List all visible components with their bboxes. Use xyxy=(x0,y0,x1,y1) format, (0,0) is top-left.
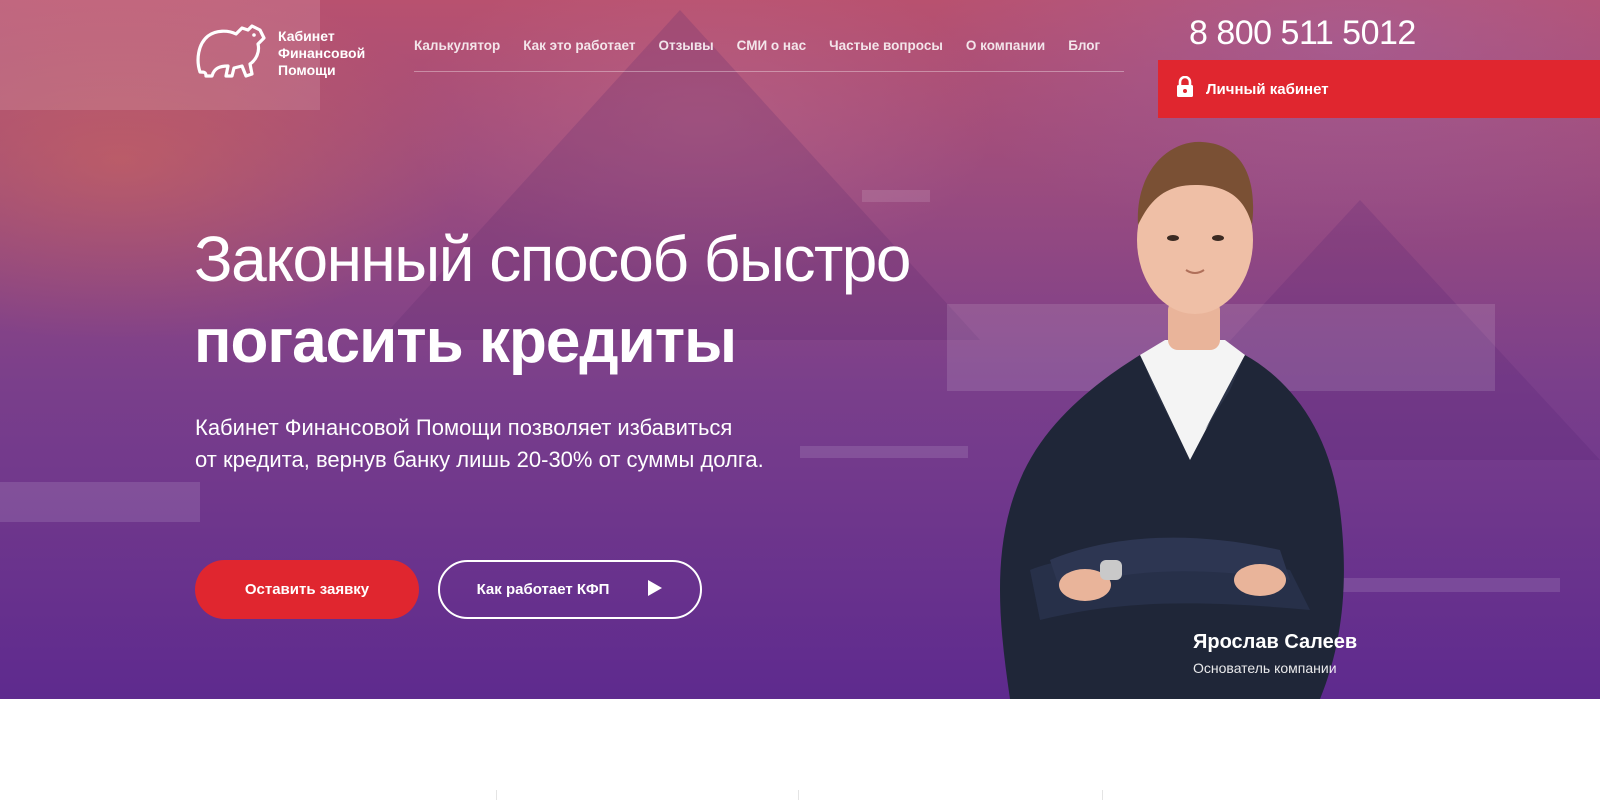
hero-title-line1: Законный способ быстро xyxy=(194,223,911,295)
brand-name-line: Помощи xyxy=(278,62,336,78)
how-kfp-works-button[interactable]: Как работает КФП xyxy=(438,560,702,619)
brand-logo[interactable]: Кабинет Финансовой Помощи xyxy=(194,20,365,87)
divider xyxy=(798,790,799,800)
main-nav: Калькулятор Как это работает Отзывы СМИ … xyxy=(414,38,1124,72)
hero-section: Кабинет Финансовой Помощи Калькулятор Ка… xyxy=(0,0,1600,699)
hero-lead-line2: от кредита, вернув банку лишь 20-30% от … xyxy=(195,447,764,472)
submit-application-button[interactable]: Оставить заявку xyxy=(195,560,419,619)
personal-cabinet-button[interactable]: Личный кабинет xyxy=(1158,60,1600,118)
play-icon xyxy=(647,579,663,601)
nav-blog[interactable]: Блог xyxy=(1068,38,1100,53)
founder-photo xyxy=(990,130,1370,699)
personal-cabinet-label: Личный кабинет xyxy=(1206,80,1329,98)
nav-how-it-works[interactable]: Как это работает xyxy=(523,38,635,53)
divider xyxy=(496,790,497,800)
how-kfp-works-label: Как работает КФП xyxy=(476,581,610,598)
decor-rect xyxy=(862,190,930,202)
divider xyxy=(1102,790,1103,800)
founder-name: Ярослав Салеев xyxy=(1193,631,1358,653)
nav-press[interactable]: СМИ о нас xyxy=(737,38,806,53)
hero-title-line2: погасить кредиты xyxy=(194,307,737,376)
hero-lead-line1: Кабинет Финансовой Помощи позволяет изба… xyxy=(195,415,733,440)
hero-lead: Кабинет Финансовой Помощи позволяет изба… xyxy=(195,412,875,476)
decor-rect xyxy=(0,482,200,522)
nav-reviews[interactable]: Отзывы xyxy=(658,38,713,53)
founder-role: Основатель компании xyxy=(1193,660,1337,676)
nav-faq[interactable]: Частые вопросы xyxy=(829,38,943,53)
nav-about[interactable]: О компании xyxy=(966,38,1045,53)
brand-name-line: Кабинет xyxy=(278,28,335,44)
lock-icon xyxy=(1176,75,1194,102)
phone-number[interactable]: 8 800 511 5012 xyxy=(1189,14,1416,53)
bear-logo-icon xyxy=(194,20,268,87)
nav-calculator[interactable]: Калькулятор xyxy=(414,38,500,53)
brand-name-line: Финансовой xyxy=(278,45,366,61)
